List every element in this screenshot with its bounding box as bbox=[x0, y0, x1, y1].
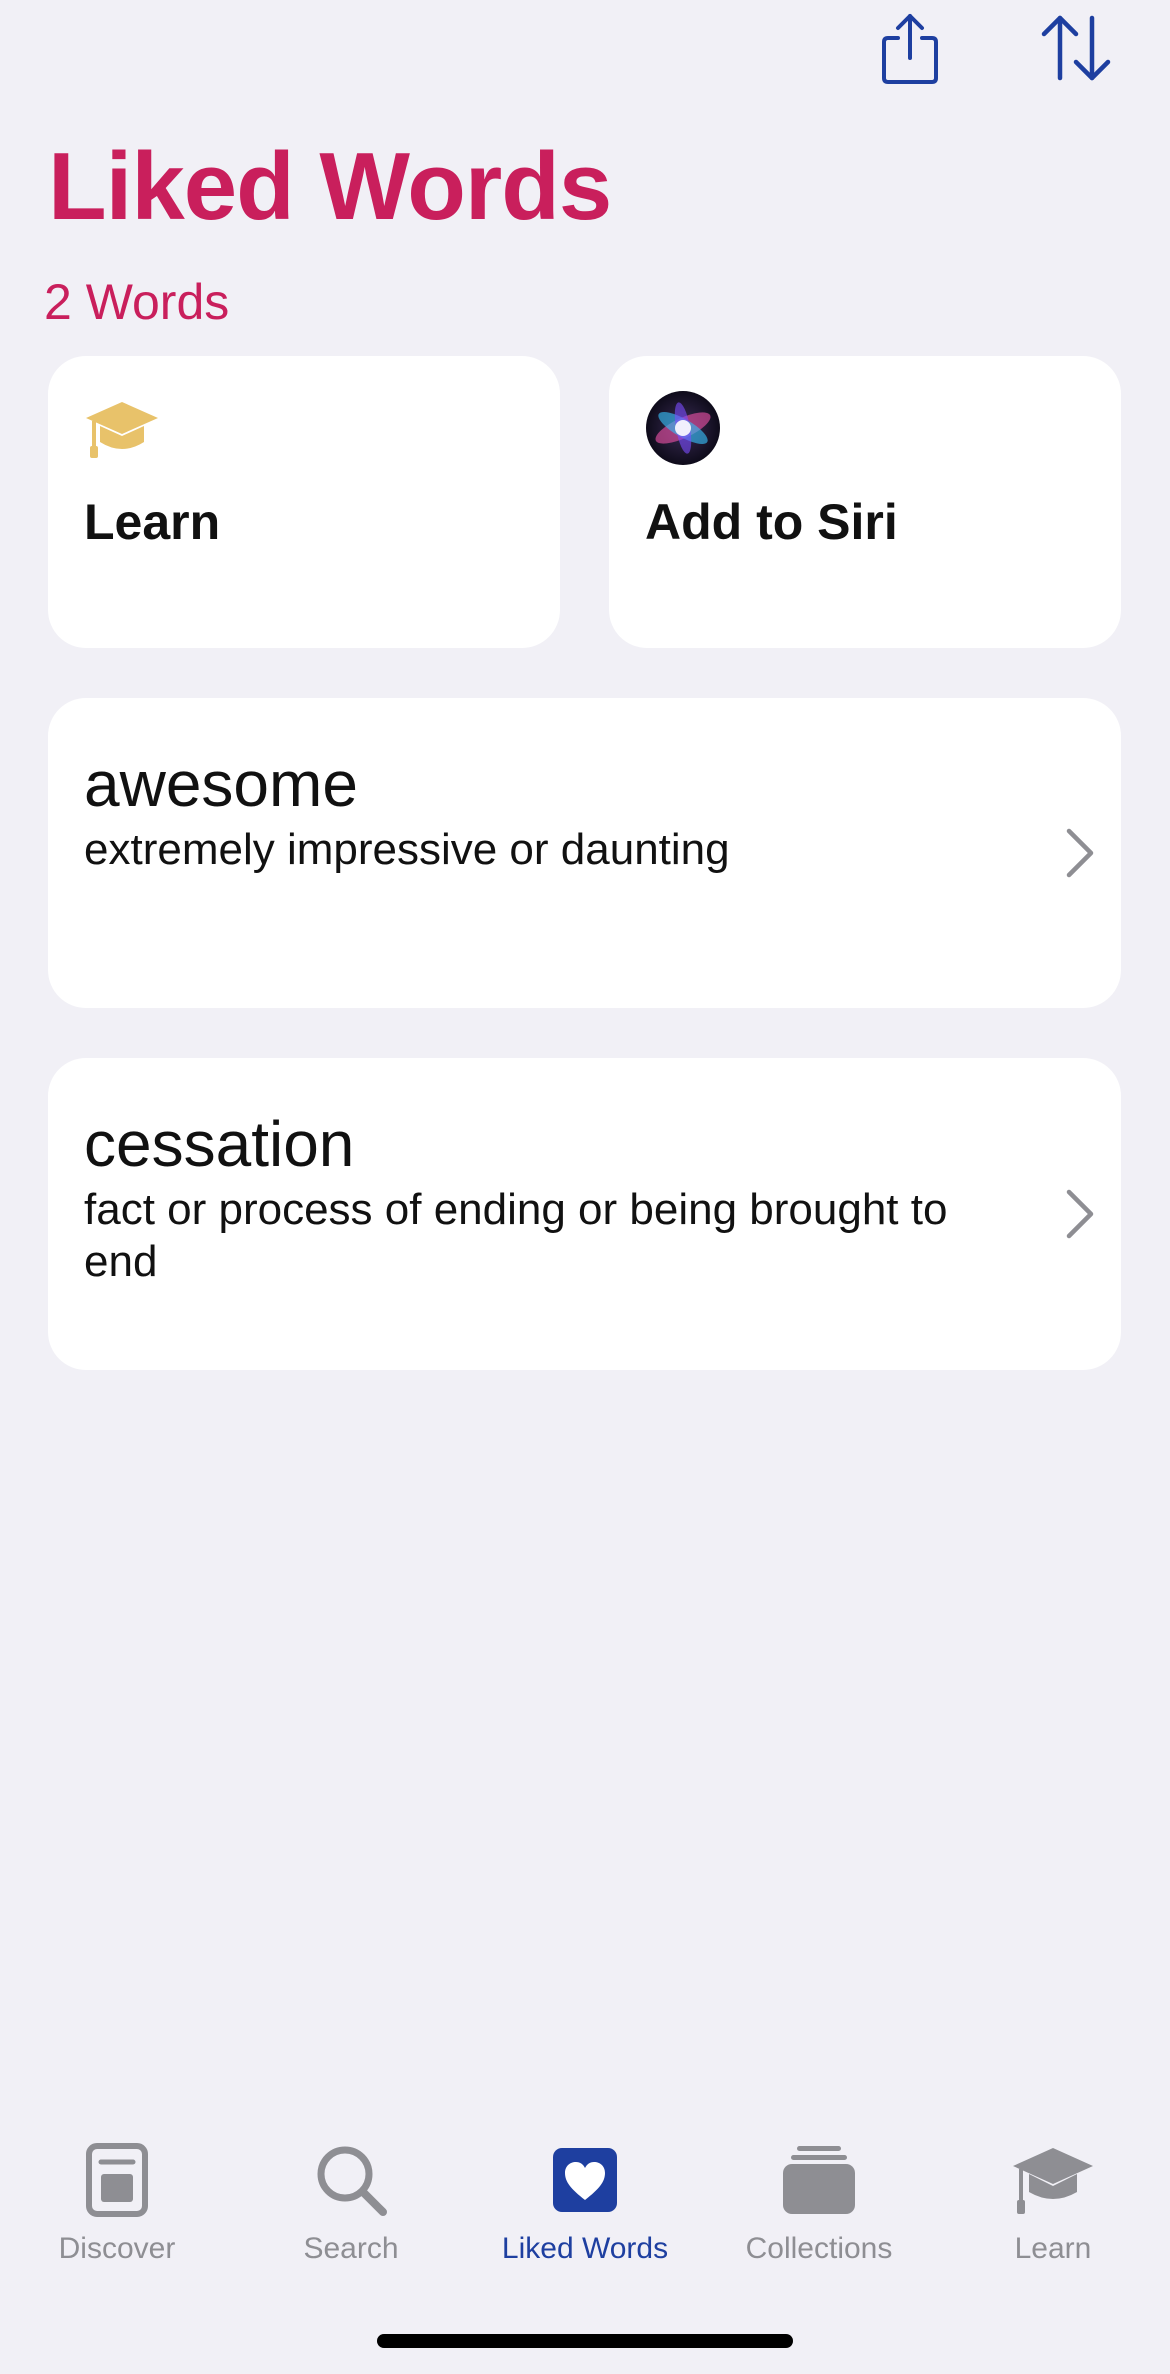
learn-tile[interactable]: Learn bbox=[48, 356, 560, 648]
share-icon bbox=[882, 14, 938, 84]
graduation-cap-icon bbox=[86, 402, 158, 458]
tab-label: Discover bbox=[58, 2232, 176, 2265]
learn-tile-label: Learn bbox=[84, 494, 221, 550]
sort-icon bbox=[1041, 15, 1111, 81]
tab-liked-words[interactable]: Liked Words bbox=[468, 2130, 702, 2280]
word-definition: fact or process of ending or being broug… bbox=[84, 1185, 948, 1286]
heart-icon bbox=[553, 2148, 617, 2212]
page-title: Liked Words bbox=[48, 133, 612, 240]
home-indicator[interactable] bbox=[377, 2334, 793, 2348]
tab-label: Search bbox=[303, 2232, 399, 2265]
discover-icon bbox=[86, 2143, 148, 2217]
word-count: 2 Words bbox=[44, 274, 230, 330]
tab-label: Liked Words bbox=[501, 2232, 669, 2265]
word-row-cessation[interactable]: cessation fact or process of ending or b… bbox=[48, 1058, 1121, 1370]
tab-learn[interactable]: Learn bbox=[936, 2130, 1170, 2280]
add-to-siri-tile[interactable]: Add to Siri bbox=[609, 356, 1121, 648]
word-title: cessation bbox=[84, 1108, 355, 1180]
tab-collections[interactable]: Collections bbox=[702, 2130, 936, 2280]
share-button[interactable] bbox=[872, 8, 948, 88]
chevron-right-icon bbox=[1066, 828, 1094, 878]
add-to-siri-label: Add to Siri bbox=[645, 494, 898, 550]
magnifier-icon bbox=[317, 2146, 387, 2216]
word-title: awesome bbox=[84, 748, 358, 820]
word-row-awesome[interactable]: awesome extremely impressive or daunting bbox=[48, 698, 1121, 1008]
tab-label: Collections bbox=[745, 2232, 893, 2265]
siri-icon bbox=[646, 391, 720, 465]
tab-discover[interactable]: Discover bbox=[0, 2130, 234, 2280]
graduation-cap-icon bbox=[1013, 2148, 1093, 2214]
chevron-right-icon bbox=[1066, 1189, 1094, 1239]
sort-button[interactable] bbox=[1038, 8, 1114, 88]
tab-label: Learn bbox=[1014, 2232, 1092, 2265]
collections-icon bbox=[783, 2146, 855, 2214]
tab-bar: Discover Search Liked Words Collections bbox=[0, 2130, 1170, 2330]
tab-search[interactable]: Search bbox=[234, 2130, 468, 2280]
word-definition: extremely impressive or daunting bbox=[84, 825, 730, 874]
